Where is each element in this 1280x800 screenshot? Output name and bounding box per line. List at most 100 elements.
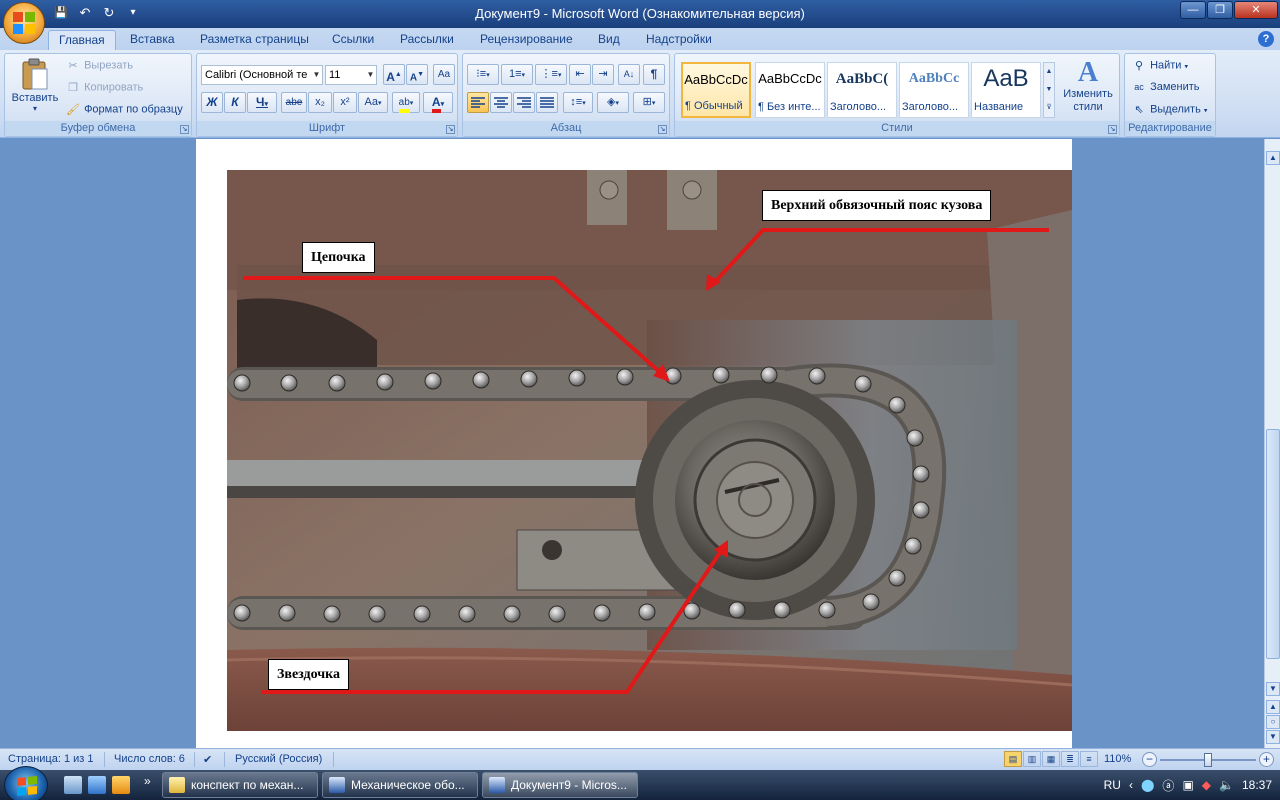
style-normal[interactable]: AaBbCcDc ¶ Обычный [681,62,751,118]
clock[interactable]: 18:37 [1242,778,1272,792]
bold-button[interactable]: Ж [201,92,223,113]
network-icon[interactable]: ▣ [1182,778,1193,792]
tab-review[interactable]: Рецензирование [470,30,583,50]
zoom-out-button[interactable]: − [1142,752,1157,767]
scroll-up-button[interactable]: ▲ [1266,151,1280,165]
highlight-button[interactable]: ab▾ [392,92,420,113]
bullets-button[interactable]: ⁝≡▾ [467,64,499,85]
justify-button[interactable] [536,92,558,113]
tray-app-icon[interactable]: ⓐ [1162,777,1174,794]
page-counter[interactable]: Страница: 1 из 1 [8,753,94,765]
tab-mailings[interactable]: Рассылки [390,30,464,50]
zoom-in-button[interactable]: + [1259,752,1274,767]
scroll-down-button[interactable]: ▼ [1266,682,1280,696]
format-painter-button[interactable]: 🖌 Формат по образцу [65,103,183,116]
align-center-button[interactable] [490,92,512,113]
tab-page-layout[interactable]: Разметка страницы [190,30,319,50]
numbering-button[interactable]: 1≡▾ [501,64,533,85]
tab-view[interactable]: Вид [588,30,630,50]
scroll-thumb[interactable] [1266,429,1280,659]
decrease-indent-button[interactable]: ⇤ [569,64,591,85]
subscript-button[interactable]: x₂ [308,92,332,113]
outline-view-icon[interactable]: ≣ [1061,751,1079,767]
web-layout-icon[interactable]: ▦ [1042,751,1060,767]
borders-button[interactable]: ⊞▾ [633,92,665,113]
font-family-combo[interactable]: Calibri (Основной те ▼ [201,65,323,85]
word-count[interactable]: Число слов: 6 [114,753,185,765]
select-button[interactable]: ⇖ Выделить ▾ [1131,103,1207,116]
font-size-combo[interactable]: 11 ▼ [325,65,377,85]
print-layout-view-icon[interactable]: ▤ [1004,751,1022,767]
zoom-level[interactable]: 110% [1104,753,1131,765]
help-icon[interactable]: ? [1258,31,1274,47]
cut-button[interactable]: ✂ Вырезать [65,59,133,72]
minimize-button[interactable]: — [1180,1,1206,19]
explorer-icon[interactable] [88,776,106,794]
shading-button[interactable]: ◈▾ [597,92,629,113]
select-browse-object-button[interactable]: ○ [1266,715,1280,729]
style-heading-2[interactable]: AaBbCc Заголово... [899,62,969,118]
more-styles-icon[interactable]: ⊽ [1044,99,1054,117]
close-button[interactable]: ✕ [1234,1,1278,19]
style-heading-1[interactable]: AaBbC( Заголово... [827,62,897,118]
find-button[interactable]: ⚲ Найти ▾ [1131,59,1188,72]
document-page[interactable]: Верхний обвязочный пояс кузова Цепочка З… [196,139,1072,748]
style-title[interactable]: AaB Название [971,62,1041,118]
tab-addins[interactable]: Надстройки [636,30,722,50]
vertical-scrollbar[interactable]: ▲ ▼ ▲ ○ ▼ [1264,139,1280,748]
language-indicator[interactable]: Русский (Россия) [235,753,322,765]
italic-button[interactable]: К [224,92,246,113]
sort-button[interactable]: A↓ [618,64,640,85]
start-button[interactable] [4,766,48,800]
prev-page-button[interactable]: ▲ [1266,700,1280,714]
language-bar[interactable]: RU [1104,778,1121,792]
replace-button[interactable]: ac Заменить [1131,81,1199,93]
align-right-button[interactable] [513,92,535,113]
media-player-icon[interactable] [112,776,130,794]
shrink-font-button[interactable]: A▼ [406,64,428,85]
copy-button[interactable]: ❐ Копировать [65,81,143,94]
tray-app-icon[interactable]: ⬤ [1141,778,1154,792]
grow-font-button[interactable]: A▲ [383,64,405,85]
show-marks-button[interactable]: ¶ [643,64,665,85]
strikethrough-button[interactable]: abe [281,92,307,113]
taskbar-item[interactable]: Документ9 - Micros... [482,772,638,798]
font-color-button[interactable]: A▾ [423,92,453,113]
office-button[interactable] [3,2,45,44]
draft-view-icon[interactable]: ≡ [1080,751,1098,767]
paste-button[interactable]: Вставить ▾ [9,56,61,118]
style-no-spacing[interactable]: AaBbCcDc ¶ Без инте... [755,62,825,118]
volume-icon[interactable]: 🔈 [1219,778,1234,792]
styles-scroll[interactable]: ▲ ▼ ⊽ [1043,62,1055,118]
styles-launcher-icon[interactable]: ↘ [1108,125,1117,134]
zoom-slider-thumb[interactable] [1204,753,1212,767]
next-page-button[interactable]: ▼ [1266,730,1280,744]
increase-indent-button[interactable]: ⇥ [592,64,614,85]
multilevel-list-button[interactable]: ⋮≡▾ [535,64,567,85]
scroll-up-icon[interactable]: ▲ [1044,63,1054,81]
clipboard-launcher-icon[interactable]: ↘ [180,125,189,134]
tab-home[interactable]: Главная [48,30,116,50]
maximize-button[interactable]: ❐ [1207,1,1233,19]
show-desktop-icon[interactable] [64,776,82,794]
line-spacing-button[interactable]: ↕≡▾ [563,92,593,113]
font-launcher-icon[interactable]: ↘ [446,125,455,134]
paragraph-launcher-icon[interactable]: ↘ [658,125,667,134]
taskbar-item[interactable]: Механическое обо... [322,772,478,798]
align-left-button[interactable] [467,92,489,113]
taskbar-item[interactable]: конспект по механ... [162,772,318,798]
change-case-button[interactable]: Aa▾ [358,92,388,113]
scroll-down-icon[interactable]: ▼ [1044,81,1054,99]
tab-references[interactable]: Ссылки [322,30,384,50]
underline-button[interactable]: Ч▾ [247,92,277,113]
full-screen-reading-icon[interactable]: ▥ [1023,751,1041,767]
tray-expand-icon[interactable]: ‹ [1129,778,1133,792]
security-icon[interactable]: ◆ [1202,778,1211,792]
tab-insert[interactable]: Вставка [120,30,185,50]
superscript-button[interactable]: x² [333,92,357,113]
spellcheck-icon[interactable]: ✔ [203,753,212,766]
clear-format-button[interactable]: Aa [433,64,455,85]
more-quicklaunch-icon[interactable]: » [144,774,151,788]
embedded-photo[interactable]: Верхний обвязочный пояс кузова Цепочка З… [227,170,1072,731]
change-styles-button[interactable]: A Изменить стили [1059,58,1117,114]
